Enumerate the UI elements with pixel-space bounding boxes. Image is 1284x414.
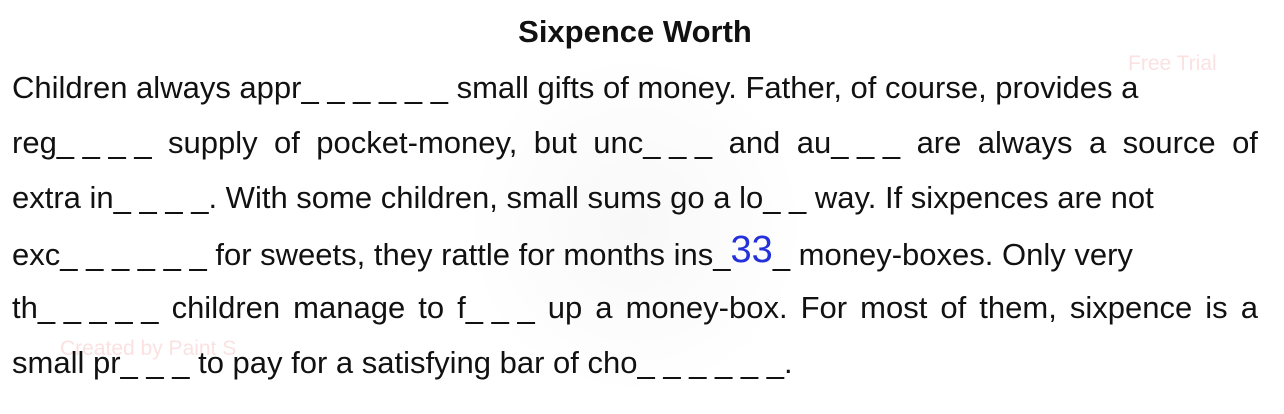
word: supply: [168, 125, 258, 160]
word: source: [1122, 125, 1216, 160]
word: unc_ _ _: [593, 125, 713, 160]
passage-line-6: small pr_ _ _ to pay for a satisfying ba…: [12, 345, 793, 380]
word: reg_ _ _ _: [12, 125, 152, 160]
word: is: [1205, 290, 1228, 325]
word: and: [728, 125, 781, 160]
passage-line-5: th_ _ _ _ _ children manage to f_ _ _ up…: [12, 288, 1258, 328]
paint-watermark-image: [470, 60, 800, 390]
passage-line-1: Children always appr_ _ _ _ _ _ small gi…: [12, 70, 1139, 105]
word: are: [916, 125, 962, 160]
passage-line-2: reg_ _ _ _ supply of pocket-money, but u…: [12, 123, 1258, 163]
word: up: [547, 290, 583, 325]
word: but: [533, 125, 577, 160]
page-title: Sixpence Worth: [518, 14, 752, 49]
word: a: [1088, 125, 1107, 160]
word: of: [1232, 125, 1258, 160]
handwritten-answer: 33: [730, 229, 773, 271]
word: th_ _ _ _ _: [12, 290, 159, 325]
passage-line-3: extra in_ _ _ _. With some children, sma…: [12, 180, 1154, 215]
word: children: [171, 290, 281, 325]
passage-line-4: exc_ _ _ _ _ _ for sweets, they rattle f…: [12, 230, 1133, 275]
word: of: [274, 125, 300, 160]
word: For: [800, 290, 848, 325]
word: pocket-money,: [316, 125, 518, 160]
line-4-before: exc_ _ _ _ _ _ for sweets, they rattle f…: [12, 237, 731, 272]
word: most: [860, 290, 928, 325]
word: a: [595, 290, 613, 325]
word: of: [940, 290, 967, 325]
word: au_ _ _: [796, 125, 901, 160]
free-trial-watermark: Free Trial: [1128, 52, 1217, 75]
word: f_ _ _: [457, 290, 535, 325]
word: always: [977, 125, 1073, 160]
word: them,: [979, 290, 1057, 325]
line-4-after: _ money-boxes. Only very: [772, 237, 1133, 272]
word: money-box.: [625, 290, 788, 325]
word: to: [418, 290, 445, 325]
word: sixpence: [1069, 290, 1193, 325]
word: manage: [293, 290, 406, 325]
word: a: [1240, 290, 1258, 325]
